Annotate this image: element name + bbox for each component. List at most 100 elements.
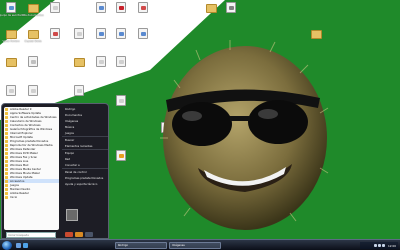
power-icon[interactable] <box>65 232 73 237</box>
desktop-icon[interactable] <box>22 56 44 68</box>
program-icon <box>5 127 8 131</box>
desktop-icon-label: Crystal Sleds <box>24 40 42 43</box>
program-icon <box>5 147 8 151</box>
desktop-icon[interactable]: Mis documentos <box>22 2 44 17</box>
desktop-icon[interactable] <box>110 150 132 162</box>
desktop-icon[interactable] <box>68 28 90 40</box>
folder-icon <box>27 30 39 39</box>
program-icon <box>5 179 8 183</box>
program-icon <box>5 123 8 127</box>
start-button[interactable] <box>2 241 12 250</box>
taskbar-button-explorer[interactable]: Rodrigo <box>115 242 167 249</box>
program-icon <box>5 131 8 135</box>
all-programs-list: Adobe Reader 9 Apple Software Update Centr… <box>4 107 59 230</box>
desktop-icon-label: Equipo de escritorio <box>0 14 24 17</box>
user-picture[interactable] <box>66 209 78 221</box>
system-tray: 12:00 <box>360 242 398 249</box>
program-icon <box>5 183 8 187</box>
program-icon <box>5 167 8 171</box>
file-icon <box>226 2 236 13</box>
program-item[interactable]: Inicio <box>4 195 59 199</box>
folder-icon <box>5 58 17 67</box>
program-icon <box>5 139 8 143</box>
start-menu-place[interactable]: Ayuda y soporte técnico <box>62 182 108 188</box>
desktop-icon[interactable]: Equipo de escritorio <box>0 2 24 17</box>
desktop-icon[interactable] <box>22 85 44 97</box>
desktop-icon[interactable]: Crystal Sleds <box>22 28 44 43</box>
desktop-icon[interactable] <box>90 28 112 40</box>
program-icon <box>5 135 8 139</box>
desktop-icon[interactable] <box>110 2 132 14</box>
file-icon <box>96 56 106 67</box>
start-menu-places: Rodrigo Documentos Imágenes Música Juegos Bus… <box>62 107 108 188</box>
file-icon <box>28 85 38 96</box>
program-icon <box>5 187 8 191</box>
desktop-icon[interactable] <box>90 2 112 14</box>
program-icon <box>5 143 8 147</box>
program-icon <box>5 151 8 155</box>
desktop-icon[interactable] <box>0 56 22 68</box>
desktop-icon[interactable] <box>132 28 154 40</box>
start-search-input[interactable]: Iniciar búsqueda <box>6 232 56 238</box>
desktop-icon[interactable] <box>68 85 90 97</box>
start-menu-place[interactable]: Elementos recientes <box>62 144 108 150</box>
file-icon <box>96 28 106 39</box>
desktop[interactable]: Equipo de escritorio Mis documentos Valve … <box>0 0 400 239</box>
program-icon <box>5 175 8 179</box>
desktop-icon[interactable] <box>220 2 242 14</box>
arrow-icon[interactable] <box>85 232 93 237</box>
file-icon <box>50 2 60 13</box>
program-icon <box>5 159 8 163</box>
program-icon <box>5 155 8 159</box>
desktop-icon[interactable] <box>132 2 154 14</box>
file-icon <box>74 85 84 96</box>
taskbar-button-pictures[interactable]: Imágenes <box>169 242 221 249</box>
program-icon <box>5 115 8 119</box>
taskbar-clock[interactable]: 12:00 <box>388 244 396 248</box>
show-desktop-icon[interactable] <box>16 243 21 248</box>
internet-explorer-icon[interactable] <box>23 243 28 248</box>
volume-icon[interactable] <box>377 244 381 247</box>
program-icon <box>5 107 8 111</box>
taskbar: Rodrigo Imágenes 12:00 <box>0 239 400 250</box>
file-icon <box>116 95 126 106</box>
fuzzy-ball-wallpaper <box>160 40 329 230</box>
desktop-icon-label: Valve Fichero <box>2 40 20 43</box>
desktop-icon[interactable] <box>200 2 222 14</box>
program-icon <box>5 195 8 199</box>
start-menu-place[interactable]: Juegos <box>62 131 108 137</box>
file-icon <box>50 28 60 39</box>
file-icon <box>6 2 16 13</box>
desktop-icon[interactable] <box>44 28 66 40</box>
file-icon <box>138 28 148 39</box>
program-icon <box>5 111 8 115</box>
folder-icon <box>5 30 17 39</box>
network-icon[interactable] <box>373 244 377 247</box>
desktop-icon[interactable] <box>110 56 132 68</box>
file-icon <box>28 56 38 67</box>
file-icon <box>74 28 84 39</box>
program-label: Inicio <box>10 195 18 199</box>
program-icon <box>5 163 8 167</box>
power-buttons <box>65 232 93 237</box>
program-icon <box>5 171 8 175</box>
file-icon <box>116 56 126 67</box>
start-menu: Adobe Reader 9 Apple Software Update Centr… <box>1 103 109 239</box>
security-icon[interactable] <box>381 244 385 247</box>
start-menu-place[interactable]: Conectar a <box>62 163 108 169</box>
folder-icon <box>27 4 39 13</box>
folder-icon <box>205 4 217 13</box>
desktop-icon[interactable] <box>68 56 90 68</box>
desktop-icon[interactable] <box>110 28 132 40</box>
desktop-icon[interactable] <box>44 2 66 14</box>
lock-icon[interactable] <box>75 232 83 237</box>
desktop-icon-label: Mis documentos <box>22 14 44 17</box>
folder-icon <box>73 58 85 67</box>
desktop-icon[interactable] <box>0 85 22 97</box>
desktop-icon[interactable] <box>110 95 132 107</box>
file-icon <box>116 2 126 13</box>
file-icon <box>138 2 148 13</box>
desktop-icon[interactable] <box>90 56 112 68</box>
desktop-icon[interactable]: Valve Fichero <box>0 28 22 43</box>
program-icon <box>5 119 8 123</box>
